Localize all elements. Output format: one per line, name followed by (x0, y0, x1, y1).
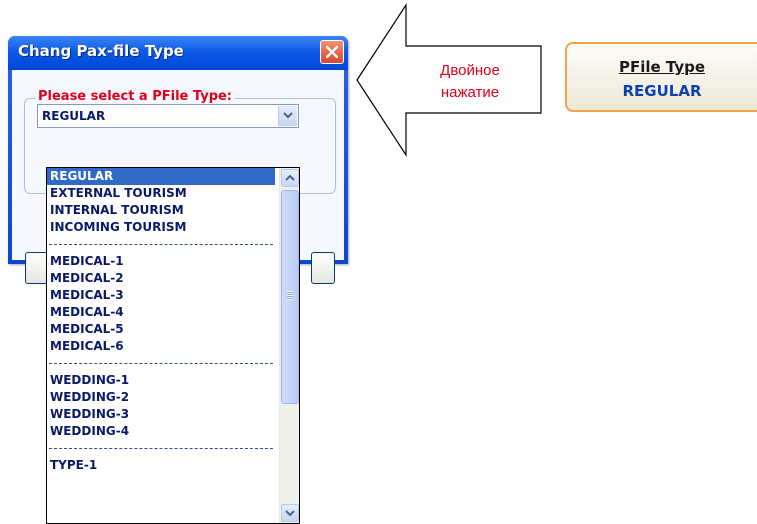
chevron-down-icon (285, 510, 295, 517)
list-item-medical-5[interactable]: MEDICAL-5 (47, 321, 275, 338)
close-button[interactable] (320, 40, 344, 64)
scroll-down-button[interactable] (281, 504, 299, 522)
cancel-button[interactable] (311, 252, 335, 284)
list-item-wedding-2[interactable]: WEDDING-2 (47, 389, 275, 406)
list-separator[interactable] (47, 236, 275, 253)
grip-icon (287, 291, 293, 300)
list-item-internal-tourism[interactable]: INTERNAL TOURISM (47, 202, 275, 219)
callout-text-line2: нажатие (440, 84, 500, 101)
scroll-thumb[interactable] (281, 190, 299, 404)
list-separator[interactable] (47, 440, 275, 457)
list-item-medical-2[interactable]: MEDICAL-2 (47, 270, 275, 287)
pfile-type-combobox[interactable]: REGULAR (37, 104, 299, 128)
dialog-titlebar[interactable]: Chang Pax-file Type (8, 36, 348, 70)
list-item-medical-3[interactable]: MEDICAL-3 (47, 287, 275, 304)
pfile-type-value: REGULAR (622, 82, 702, 100)
list-item-regular[interactable]: REGULAR (47, 168, 275, 185)
pfile-type-header: PFile Type (618, 58, 706, 76)
scroll-up-button[interactable] (281, 169, 299, 187)
callout-text-line1: Двойное (440, 62, 500, 79)
list-item-medical-6[interactable]: MEDICAL-6 (47, 338, 275, 355)
group-label: Please select a PFile Type: (35, 89, 236, 104)
dropdown-scrollbar[interactable] (279, 168, 299, 523)
dropdown-items: REGULAR EXTERNAL TOURISM INTERNAL TOURIS… (47, 168, 275, 474)
list-item-incoming-tourism[interactable]: INCOMING TOURISM (47, 219, 275, 236)
list-item-medical-4[interactable]: MEDICAL-4 (47, 304, 275, 321)
list-item-wedding-3[interactable]: WEDDING-3 (47, 406, 275, 423)
chevron-down-icon (283, 112, 293, 119)
combo-selected-value: REGULAR (42, 109, 106, 123)
list-item-medical-1[interactable]: MEDICAL-1 (47, 253, 275, 270)
list-separator[interactable] (47, 355, 275, 372)
list-item-external-tourism[interactable]: EXTERNAL TOURISM (47, 185, 275, 202)
pfile-type-cell[interactable]: PFile Type REGULAR (565, 42, 757, 112)
pfile-type-dropdown-list[interactable]: REGULAR EXTERNAL TOURISM INTERNAL TOURIS… (46, 167, 300, 524)
list-item-type-1[interactable]: TYPE-1 (47, 457, 275, 474)
dialog-title: Chang Pax-file Type (18, 42, 184, 60)
chevron-up-icon (285, 174, 295, 181)
combo-dropdown-button[interactable] (278, 106, 297, 126)
left-arrow-icon (356, 2, 542, 158)
list-item-wedding-1[interactable]: WEDDING-1 (47, 372, 275, 389)
list-item-wedding-4[interactable]: WEDDING-4 (47, 423, 275, 440)
close-icon (325, 45, 339, 59)
